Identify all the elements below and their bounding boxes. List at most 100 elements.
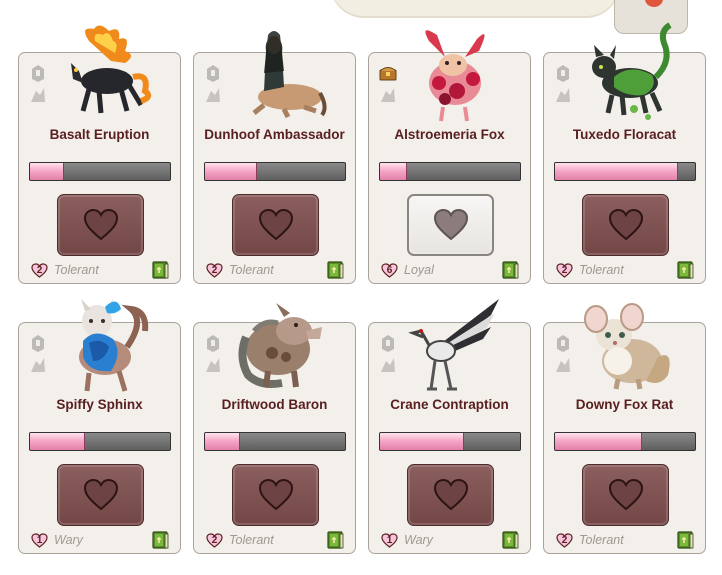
bond-progress-bar [554,162,696,181]
hoard-icon[interactable] [553,63,573,83]
bond-level-name: Tolerant [229,263,274,277]
bond-progress-fill [30,163,64,180]
bond-level-number: 2 [211,535,218,546]
bond-progress-fill [380,433,464,450]
familiar-name: Driftwood Baron [221,397,328,412]
bond-level-number: 2 [561,265,568,276]
bond-level-name: Loyal [404,263,434,277]
bond-progress-bar [379,432,521,451]
treasure-chest-icon[interactable] [378,63,398,83]
flower-fox-sprite[interactable] [399,21,503,125]
bond-status-row: 2 Tolerant [556,261,695,280]
bond-heart-button[interactable] [57,464,144,526]
bestiary-book-icon[interactable] [152,261,169,285]
fire-wolf-sprite[interactable] [49,21,153,125]
bestiary-book-icon[interactable] [327,531,344,555]
hoard-icon[interactable] [553,333,573,353]
heart-icon [258,209,294,241]
bond-status-row: 1 Wary [31,531,170,550]
familiar-card: Basalt Eruption 2 Tolerant [18,25,181,284]
bond-level-number: 2 [561,535,568,546]
boar-sprite[interactable] [224,291,328,395]
familiar-name: Crane Contraption [390,397,509,412]
dragon-icon[interactable] [553,355,573,375]
familiar-card: Driftwood Baron 2 Tolerant [193,303,356,555]
bond-status-row: 2 Tolerant [206,261,345,280]
heart-icon [433,479,469,511]
familiar-card: Downy Fox Rat 2 Tolerant [543,303,706,554]
bond-level-name: Wary [54,533,83,547]
bond-level-name: Tolerant [579,533,624,547]
dragon-icon[interactable] [28,355,48,375]
bond-level-name: Tolerant [579,263,624,277]
familiar-name: Tuxedo Floracat [572,127,677,142]
bond-progress-fill [555,433,642,450]
bond-progress-bar [379,162,521,181]
bestiary-book-icon[interactable] [152,531,169,555]
mechanical-crane-sprite[interactable] [399,291,503,395]
hoard-icon[interactable] [378,333,398,353]
familiar-card: Alstroemeria Fox 6 Loyal [368,30,531,284]
dragon-icon[interactable] [378,85,398,105]
familiar-card: Tuxedo Floracat 2 Tolerant [543,22,706,284]
sphinx-sprite[interactable] [49,291,153,395]
bestiary-book-icon[interactable] [327,261,344,285]
bond-level-number: 2 [36,265,43,276]
bond-level-number: 1 [386,535,393,546]
bond-status-row: 6 Loyal [381,261,520,280]
bond-level-number: 6 [386,265,393,276]
bond-progress-fill [205,433,240,450]
heart-icon [83,209,119,241]
heart-icon [433,209,469,241]
bond-progress-bar [29,162,171,181]
familiar-name: Alstroemeria Fox [394,127,505,142]
dragon-icon[interactable] [203,85,223,105]
centaur-sprite[interactable] [224,21,328,125]
bond-heart-button[interactable] [232,194,319,256]
bond-status-row: 2 Tolerant [31,261,170,280]
familiar-card: Crane Contraption 1 Wary [368,299,531,554]
header-decoration-cloud [330,0,620,16]
bond-level-name: Wary [404,533,433,547]
bond-heart-button[interactable] [407,194,494,256]
leaf-cat-sprite[interactable] [574,21,678,125]
heart-icon [608,479,644,511]
bond-heart-button[interactable] [57,194,144,256]
bond-level-number: 1 [36,535,43,546]
familiar-name: Dunhoof Ambassador [204,127,345,142]
bond-progress-bar [554,432,696,451]
hoard-icon[interactable] [28,333,48,353]
bond-level-number: 2 [211,265,218,276]
hoard-icon[interactable] [28,63,48,83]
hoard-icon[interactable] [203,333,223,353]
bond-status-row: 2 Tolerant [556,531,695,550]
bestiary-book-icon[interactable] [502,261,519,285]
dragon-icon[interactable] [203,355,223,375]
bond-level-badge: 2 [556,533,573,548]
bond-level-name: Tolerant [54,263,99,277]
bond-heart-button[interactable] [232,464,319,526]
heart-icon [608,209,644,241]
bond-level-badge: 2 [206,533,223,548]
dragon-icon[interactable] [28,85,48,105]
fox-rat-sprite[interactable] [574,291,678,395]
heart-icon [258,479,294,511]
bond-heart-button[interactable] [582,464,669,526]
bond-progress-fill [205,163,257,180]
bond-heart-button[interactable] [582,194,669,256]
bestiary-book-icon[interactable] [677,261,694,285]
bond-level-badge: 2 [206,263,223,278]
bond-status-row: 1 Wary [381,531,520,550]
heart-icon [83,479,119,511]
bond-level-badge: 6 [381,263,398,278]
bond-progress-fill [380,163,407,180]
dragon-icon[interactable] [378,355,398,375]
bond-progress-fill [30,433,85,450]
hoard-icon[interactable] [203,63,223,83]
bond-progress-bar [204,432,346,451]
bestiary-book-icon[interactable] [502,531,519,555]
dragon-icon[interactable] [553,85,573,105]
bond-heart-button[interactable] [407,464,494,526]
bestiary-book-icon[interactable] [677,531,694,555]
familiar-name: Basalt Eruption [49,127,150,142]
